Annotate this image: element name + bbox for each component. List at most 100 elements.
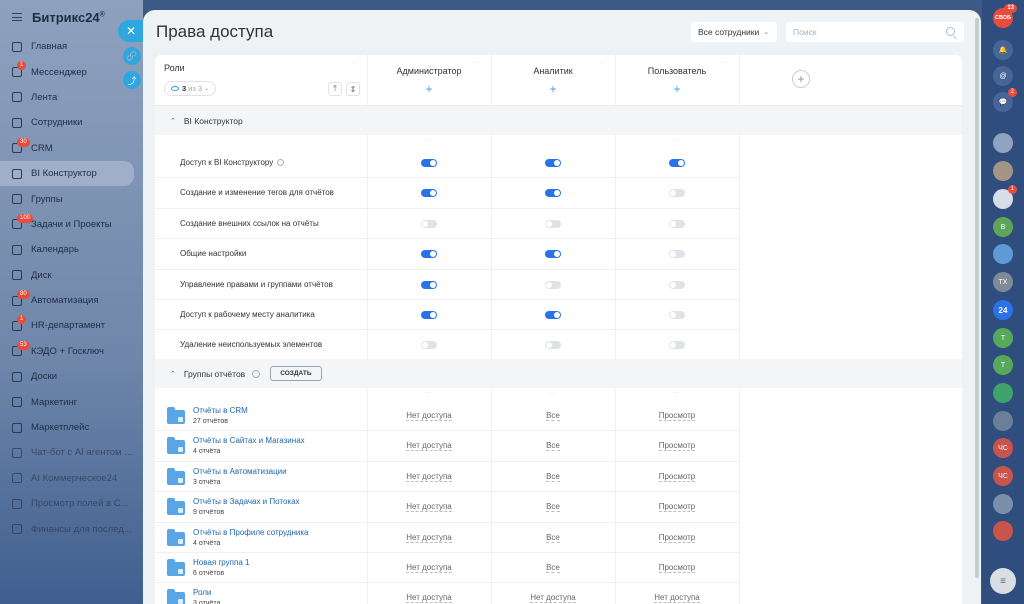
contact-avatar-5[interactable] [993, 383, 1013, 403]
permission-toggle[interactable] [421, 219, 437, 228]
contact-avatar-7[interactable] [993, 494, 1013, 514]
report-group-link[interactable]: Отчёты в CRM [193, 406, 248, 415]
access-level-select[interactable]: Нет доступа [367, 563, 491, 573]
help-icon[interactable] [277, 159, 285, 166]
at-icon[interactable]: @ [993, 66, 1013, 86]
report-group-link[interactable]: Роли [193, 588, 211, 597]
add-member-button[interactable]: + [367, 82, 491, 96]
create-group-button[interactable]: СОЗДАТЬ [270, 366, 322, 381]
report-group-link[interactable]: Отчёты в Профиле сотрудника [193, 528, 308, 537]
contact-initials[interactable]: В [993, 217, 1013, 237]
contact-avatar-4[interactable] [993, 244, 1013, 264]
sidebar-item[interactable]: КЭДО + Госключ 53 [0, 339, 143, 364]
drag-handle[interactable]: ··· [349, 60, 358, 66]
role-name[interactable]: Пользователь [615, 66, 739, 76]
access-level-select[interactable]: Нет доступа [367, 411, 491, 421]
access-level-select[interactable]: Нет доступа [367, 532, 491, 543]
sidebar-item[interactable]: CRM 30 [0, 136, 143, 161]
access-level-select[interactable]: Просмотр [615, 532, 739, 543]
sidebar-item[interactable]: Мессенджер 1 [0, 59, 143, 84]
contact-avatar-2[interactable] [993, 161, 1013, 181]
permission-toggle[interactable] [545, 159, 561, 167]
bitrix24-icon[interactable]: 24 [993, 300, 1013, 320]
access-level-select[interactable]: Просмотр [615, 563, 739, 573]
sidebar-item[interactable]: Финансы для послед... [0, 516, 143, 541]
drag-handle[interactable]: ··· [473, 60, 482, 66]
permission-toggle[interactable] [669, 189, 685, 198]
report-group-link[interactable]: Отчёты в Автоматизации [193, 467, 287, 476]
access-level-select[interactable]: Нет доступа [491, 593, 615, 604]
contact-initials[interactable]: Т [993, 328, 1013, 348]
sidebar-item[interactable]: BI Конструктор [0, 160, 134, 187]
contact-initials[interactable]: ЧС [993, 438, 1013, 458]
access-level-select[interactable]: Нет доступа [615, 593, 739, 604]
access-level-select[interactable]: Нет доступа [367, 441, 491, 452]
drag-handle[interactable]: ··· [597, 60, 606, 66]
contact-avatar-8[interactable] [993, 521, 1013, 541]
permission-toggle[interactable] [545, 341, 561, 350]
access-level-select[interactable]: Все [491, 502, 615, 513]
permission-toggle[interactable] [669, 159, 685, 167]
close-button[interactable]: ✕ [118, 20, 144, 42]
section-report-groups[interactable]: ⌃ Группы отчётов СОЗДАТЬ [155, 359, 962, 388]
permission-toggle[interactable] [421, 159, 437, 167]
contact-initials[interactable]: ТХ [993, 272, 1013, 292]
access-level-select[interactable]: Просмотр [615, 411, 739, 421]
copy-link-icon[interactable]: 🔗 [123, 47, 141, 65]
add-role-button[interactable]: + [792, 70, 810, 88]
permission-toggle[interactable] [421, 311, 437, 319]
right-rail-status[interactable]: СВОБ 13 [993, 4, 1017, 28]
access-level-select[interactable]: Все [491, 471, 615, 482]
contact-avatar-6[interactable] [993, 411, 1013, 431]
permission-toggle[interactable] [545, 311, 561, 319]
contact-initials[interactable]: ЧС [993, 466, 1013, 486]
roles-counter[interactable]: 3 из 3 ⌄ [164, 81, 217, 96]
help-icon[interactable] [252, 369, 261, 378]
access-level-select[interactable]: Просмотр [615, 502, 739, 513]
permission-toggle[interactable] [669, 250, 685, 259]
permission-toggle[interactable] [545, 250, 561, 259]
add-member-button[interactable]: + [491, 82, 615, 96]
permission-toggle[interactable] [669, 280, 685, 289]
access-level-select[interactable]: Просмотр [615, 441, 739, 452]
report-group-link[interactable]: Отчёты в Задачах и Потоках [193, 497, 300, 506]
menu-icon[interactable] [12, 13, 22, 21]
sidebar-item[interactable]: Календарь [0, 237, 143, 262]
permission-toggle[interactable] [669, 341, 685, 350]
expand-all-button[interactable]: ⇕ [346, 82, 360, 96]
access-level-select[interactable]: Все [491, 563, 615, 573]
access-level-select[interactable]: Все [491, 532, 615, 543]
contact-avatar-3[interactable]: 1 [993, 185, 1017, 209]
sidebar-item[interactable]: Чат-бот с AI агентом ... [0, 440, 143, 465]
contact-initials[interactable]: Т [993, 355, 1013, 375]
access-level-select[interactable]: Нет доступа [367, 593, 491, 604]
drag-handle[interactable]: ··· [721, 60, 730, 66]
sidebar-item[interactable]: Доски [0, 364, 143, 389]
sidebar-item[interactable]: Автоматизация 80 [0, 288, 143, 313]
access-level-select[interactable]: Нет доступа [367, 502, 491, 513]
report-group-link[interactable]: Отчёты в Сайтах и Магазинах [193, 436, 305, 445]
menu-icon[interactable]: ≡ [990, 568, 1016, 594]
report-group-link[interactable]: Новая группа 1 [193, 558, 249, 567]
open-new-window-icon[interactable]: ⤴ [123, 71, 141, 89]
sidebar-item[interactable]: Лента [0, 85, 143, 110]
permission-toggle[interactable] [421, 250, 437, 259]
contact-avatar-1[interactable] [993, 133, 1013, 153]
access-level-select[interactable]: Нет доступа [367, 471, 491, 482]
sidebar-item[interactable]: HR-департамент 1 [0, 313, 143, 338]
employees-select[interactable]: Все сотрудники ⌄ [691, 22, 777, 42]
permission-toggle[interactable] [545, 280, 561, 289]
permission-toggle[interactable] [669, 311, 685, 319]
scrollbar[interactable] [975, 18, 979, 578]
permission-toggle[interactable] [669, 219, 685, 228]
bitrix-logo[interactable]: Битрикс24® [32, 10, 105, 25]
search-input[interactable]: Поиск [786, 22, 964, 42]
sidebar-item[interactable]: Сотрудники [0, 110, 143, 135]
access-level-select[interactable]: Просмотр [615, 471, 739, 482]
permission-toggle[interactable] [421, 189, 437, 198]
section-bi-constructor[interactable]: ⌃ BI Конструктор [155, 106, 962, 135]
bell-icon[interactable]: 🔔 [993, 40, 1013, 60]
sidebar-item[interactable]: Задачи и Проекты 100 [0, 212, 143, 237]
chat-icon[interactable]: 💬 2 [993, 88, 1017, 112]
permission-toggle[interactable] [545, 189, 561, 198]
